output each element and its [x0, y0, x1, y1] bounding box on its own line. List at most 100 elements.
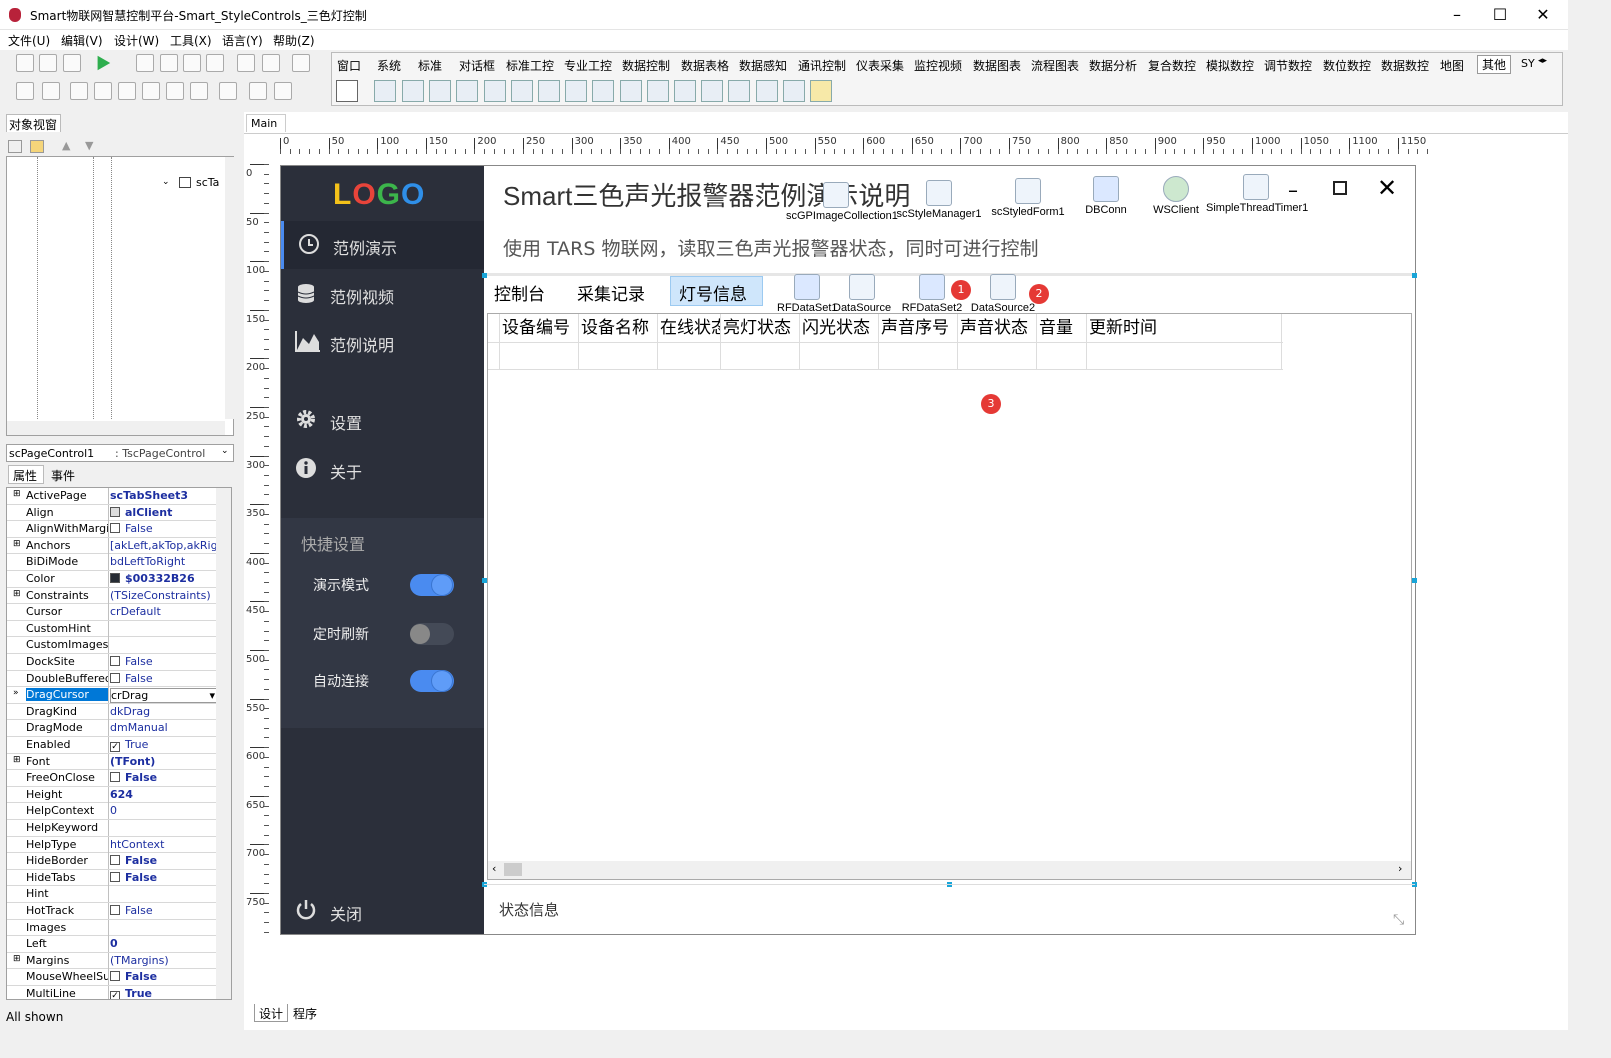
text-icon[interactable] [728, 80, 750, 102]
component-icon[interactable] [484, 80, 506, 102]
property-value[interactable]: (TSizeConstraints) [110, 589, 218, 602]
component-icon[interactable] [429, 80, 451, 102]
property-row[interactable]: MultiLine ✓ True [7, 986, 219, 999]
tab-console[interactable]: 控制台 [494, 280, 545, 305]
property-value[interactable]: False [110, 904, 218, 917]
nav-demo[interactable]: 范例演示 [281, 221, 484, 269]
palette-tab[interactable]: 数据感知 [739, 57, 787, 74]
component-icon[interactable] [42, 82, 60, 100]
minimize-button[interactable]: – [1434, 0, 1480, 30]
checkbox-icon[interactable]: ✓ [110, 991, 120, 999]
palette-tab[interactable]: 流程图表 [1031, 57, 1079, 74]
component-icon[interactable] [402, 80, 424, 102]
property-row[interactable]: Color $00332B26 [7, 571, 219, 588]
property-value[interactable]: [akLeft,akTop,akRight [110, 539, 218, 552]
palette-tab[interactable]: 窗口 [337, 57, 361, 74]
expand-icon[interactable]: ⊞ [13, 755, 21, 765]
palette-tab-active[interactable]: 其他 [1477, 55, 1512, 74]
component-datasource1[interactable]: DataSource1 [833, 274, 891, 314]
scroll-right-icon[interactable]: › [1398, 862, 1402, 875]
grid-cell[interactable] [800, 342, 879, 370]
run-icon[interactable] [97, 55, 111, 71]
cut-icon[interactable] [160, 54, 178, 72]
property-row[interactable]: FreeOnClose False [7, 770, 219, 787]
palette-tab[interactable]: 数据数控 [1381, 57, 1429, 74]
property-row[interactable]: HotTrack False [7, 903, 219, 920]
component-icon[interactable] [783, 80, 805, 102]
align-grid-icon[interactable] [16, 82, 34, 100]
object-view-tab[interactable]: 对象视窗 [6, 114, 61, 132]
nav-about[interactable]: 关于 [281, 445, 484, 493]
property-value[interactable]: scTabSheet3 [110, 489, 218, 502]
resize-grip-icon[interactable]: ⤡ [1393, 912, 1404, 928]
property-row[interactable]: DoubleBuffered False [7, 670, 219, 688]
maximize-button[interactable]: ☐ [1477, 0, 1523, 30]
size-icon[interactable] [249, 82, 267, 100]
checkbox-icon[interactable] [110, 855, 120, 866]
component-icon[interactable] [620, 80, 642, 102]
order-icon[interactable] [190, 82, 208, 100]
property-row[interactable]: » DragCursor crDrag ▾ [7, 687, 219, 704]
component-icon[interactable] [374, 80, 396, 102]
delete-icon[interactable] [206, 54, 224, 72]
grid-hscroll[interactable]: ‹ › [488, 861, 1411, 879]
tab-design[interactable]: 设计 [254, 1004, 288, 1022]
align-left-icon[interactable] [94, 82, 112, 100]
property-row[interactable]: Images [7, 919, 219, 937]
scale-icon[interactable] [274, 82, 292, 100]
palette-tab[interactable]: 系统 [377, 57, 401, 74]
palette-tab[interactable]: 对话框 [459, 57, 495, 74]
property-value[interactable]: $00332B26 [110, 572, 218, 585]
column-header[interactable]: 设备编号 [500, 314, 579, 342]
property-value[interactable]: alClient [110, 506, 218, 519]
component-icon[interactable] [565, 80, 587, 102]
property-value[interactable]: 0 [110, 804, 218, 817]
property-value[interactable]: htContext [110, 838, 218, 851]
grid-cell[interactable] [879, 342, 958, 370]
palette-tab[interactable]: 调节数控 [1264, 57, 1312, 74]
property-value[interactable]: False [110, 771, 218, 784]
property-value[interactable]: crDefault [110, 605, 218, 618]
tab-main[interactable]: Main [246, 114, 286, 132]
palette-tab[interactable]: 标准工控 [506, 57, 554, 74]
property-value[interactable]: dmManual [110, 721, 218, 734]
component-icon[interactable] [538, 80, 560, 102]
palette-tab[interactable]: 数据控制 [622, 57, 670, 74]
property-row[interactable]: CustomImages [7, 637, 219, 654]
expand-icon[interactable]: ⊞ [13, 539, 21, 549]
key-icon[interactable] [292, 54, 310, 72]
palette-tab[interactable]: 监控视频 [914, 57, 962, 74]
property-row[interactable]: ⊞ ActivePage scTabSheet3 [7, 488, 219, 505]
maximize-form-icon[interactable] [1333, 181, 1347, 195]
menu-language[interactable]: 语言(Y) [222, 32, 263, 49]
component-icon[interactable] [511, 80, 533, 102]
checkbox-icon[interactable] [110, 772, 120, 783]
nav-close[interactable]: 关闭 [281, 887, 484, 935]
property-row[interactable]: DockSite False [7, 654, 219, 671]
nav-description[interactable]: 范例说明 [281, 318, 484, 366]
column-header[interactable]: 在线状态 [658, 314, 721, 342]
palette-tab[interactable]: 标准 [418, 57, 442, 74]
nav-settings[interactable]: 设置 [281, 396, 484, 444]
component-rfdataset1[interactable]: RFDataSet1 [777, 274, 838, 314]
property-row[interactable]: HelpKeyword [7, 820, 219, 837]
paste-icon[interactable] [183, 54, 201, 72]
menu-design[interactable]: 设计(W) [114, 32, 159, 49]
property-row[interactable]: HelpContext 0 [7, 803, 219, 820]
align-right-icon[interactable] [142, 82, 160, 100]
property-row[interactable]: HideTabs False [7, 869, 219, 887]
property-value[interactable]: dkDrag [110, 705, 218, 718]
column-header[interactable]: 声音状态 [958, 314, 1037, 342]
copy-icon[interactable] [136, 54, 154, 72]
property-value[interactable]: ✓ True [110, 987, 218, 999]
tab-light-info[interactable]: 灯号信息 [670, 276, 763, 306]
checkbox-icon[interactable] [110, 871, 120, 882]
property-row[interactable]: Enabled ✓ True [7, 737, 219, 754]
palette-tab[interactable]: SY [1521, 57, 1535, 70]
grid-cell[interactable] [1087, 342, 1282, 370]
property-row[interactable]: Align alClient [7, 504, 219, 522]
component-icon[interactable] [647, 80, 669, 102]
font-icon[interactable] [219, 82, 237, 100]
component-icon[interactable] [674, 80, 696, 102]
property-value[interactable]: crDrag ▾ [110, 688, 218, 704]
